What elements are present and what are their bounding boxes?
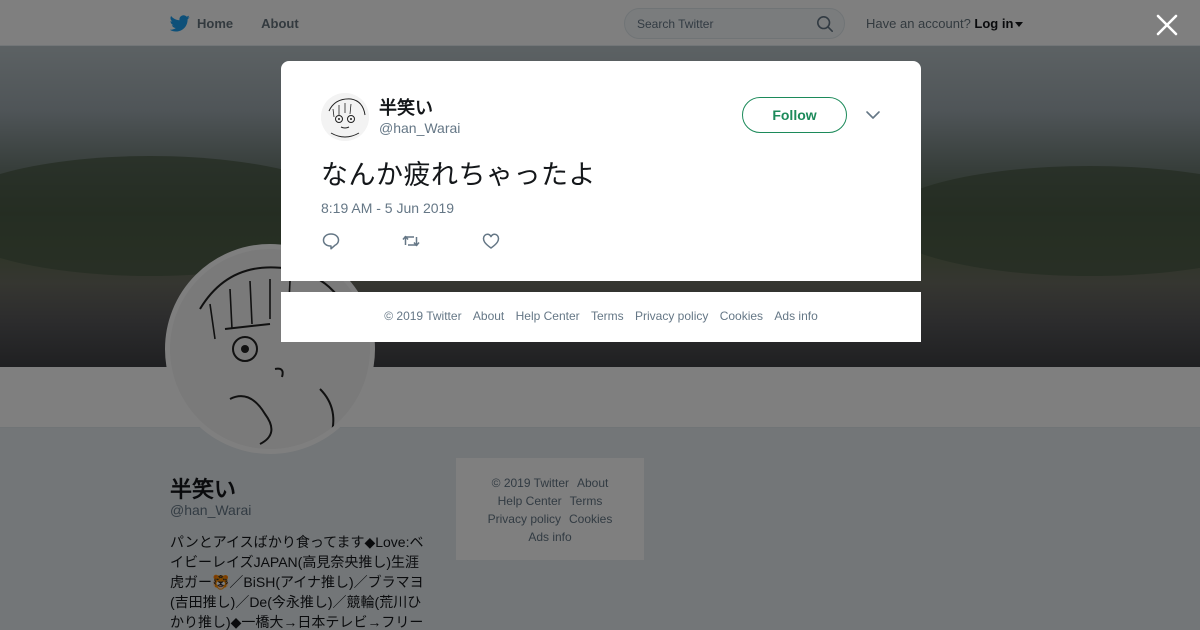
like-icon[interactable] xyxy=(481,231,501,251)
tweet-text: なんか疲れちゃったよ xyxy=(321,160,596,191)
modal-footer-terms[interactable]: Terms xyxy=(591,309,624,323)
modal-footer-cookies[interactable]: Cookies xyxy=(720,309,763,323)
chevron-down-icon[interactable] xyxy=(865,109,881,121)
modal-footer-about[interactable]: About xyxy=(473,309,504,323)
tweet-card: 半笑い @han_Warai Follow なんか疲れちゃったよ 8:19 AM… xyxy=(281,61,921,281)
follow-button[interactable]: Follow xyxy=(742,97,847,133)
tweet-author-name[interactable]: 半笑い xyxy=(379,94,433,120)
reply-icon[interactable] xyxy=(321,231,341,251)
tweet-author-avatar[interactable] xyxy=(321,93,369,141)
modal-footer-help[interactable]: Help Center xyxy=(516,309,580,323)
retweet-icon[interactable] xyxy=(401,231,421,251)
modal-footer-copyright: © 2019 Twitter xyxy=(384,309,462,323)
close-icon[interactable] xyxy=(1154,12,1180,38)
tweet-author-handle[interactable]: @han_Warai xyxy=(379,120,460,136)
modal-footer-privacy[interactable]: Privacy policy xyxy=(635,309,708,323)
modal-footer: © 2019 Twitter About Help Center Terms P… xyxy=(281,292,921,342)
modal-footer-ads[interactable]: Ads info xyxy=(774,309,817,323)
avatar-drawing xyxy=(321,93,369,141)
tweet-timestamp[interactable]: 8:19 AM - 5 Jun 2019 xyxy=(321,200,454,216)
